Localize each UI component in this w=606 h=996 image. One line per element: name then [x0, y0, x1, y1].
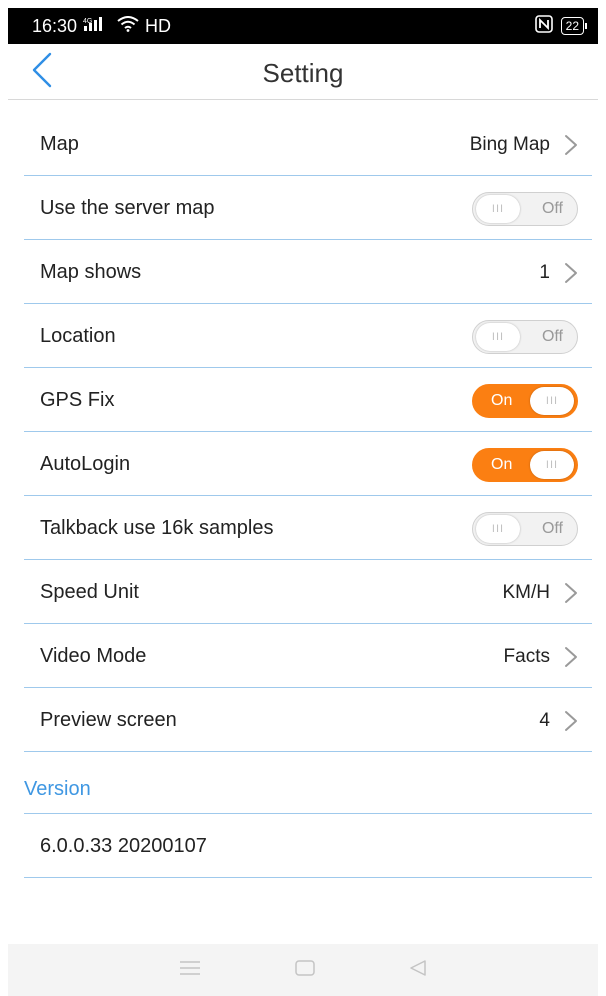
menu-icon[interactable] — [179, 960, 201, 980]
setting-row-use-the-server-map[interactable]: Use the server map III Off — [24, 178, 592, 240]
wifi-icon — [117, 15, 139, 37]
setting-value: 1 — [539, 261, 550, 283]
setting-row-talkback-use-16k-samples[interactable]: Talkback use 16k samples III Off — [24, 498, 592, 560]
setting-row-video-mode[interactable]: Video Mode Facts — [24, 626, 592, 688]
setting-right: 1 — [539, 262, 578, 284]
setting-label: Map — [40, 133, 79, 155]
toggle-state-label: Off — [541, 519, 563, 537]
version-value: 6.0.0.33 20200107 — [24, 816, 592, 878]
version-section-title: Version — [24, 774, 592, 814]
setting-row-speed-unit[interactable]: Speed Unit KM/H — [24, 562, 592, 624]
home-icon[interactable] — [295, 959, 315, 981]
setting-right: Facts — [504, 646, 578, 668]
toggle-state-label: On — [491, 391, 513, 409]
battery-icon: 22 — [560, 17, 588, 35]
toggle-switch[interactable]: III On — [472, 383, 578, 418]
setting-label: GPS Fix — [40, 389, 115, 411]
setting-value: 4 — [539, 709, 550, 731]
chevron-left-icon — [31, 52, 53, 93]
chevron-right-icon — [564, 646, 578, 668]
setting-label: AutoLogin — [40, 453, 131, 475]
navigation-bar — [8, 944, 598, 996]
setting-value: KM/H — [502, 581, 551, 603]
toggle-switch[interactable]: III Off — [472, 319, 578, 354]
back-button[interactable] — [22, 52, 62, 92]
setting-row-autologin[interactable]: AutoLogin III On — [24, 434, 592, 496]
grip-icon: III — [545, 394, 559, 407]
grip-icon: III — [491, 330, 505, 343]
setting-row-map-shows[interactable]: Map shows 1 — [24, 242, 592, 304]
setting-right: 4 — [539, 710, 578, 732]
chevron-right-icon — [564, 582, 578, 604]
setting-row-location[interactable]: Location III Off — [24, 306, 592, 368]
grip-icon: III — [491, 522, 505, 535]
status-left: 16:30 4G HD — [32, 16, 171, 37]
setting-row-gps-fix[interactable]: GPS Fix III On — [24, 370, 592, 432]
toggle-state-label: Off — [541, 199, 563, 217]
nfc-icon — [534, 14, 553, 38]
back-triangle-icon[interactable] — [409, 959, 427, 982]
toggle-state-label: Off — [541, 327, 563, 345]
chevron-right-icon — [564, 710, 578, 732]
toggle-switch[interactable]: III Off — [472, 191, 578, 226]
chevron-right-icon — [564, 262, 578, 284]
settings-list: Map Bing Map Use the server map III Off Map s… — [24, 114, 592, 754]
toggle-knob: III — [476, 514, 520, 543]
setting-label: Location — [40, 325, 116, 347]
setting-label: Talkback use 16k samples — [40, 517, 274, 539]
toggle-knob: III — [530, 450, 574, 479]
setting-right: KM/H — [503, 582, 579, 604]
signal-icon: 4G — [83, 16, 111, 37]
setting-label: Speed Unit — [40, 581, 139, 603]
grip-icon: III — [491, 202, 505, 215]
status-time: 16:30 — [32, 15, 78, 36]
toggle-switch[interactable]: III Off — [472, 511, 578, 546]
setting-value: Bing Map — [469, 133, 550, 155]
toggle-knob: III — [476, 194, 520, 223]
chevron-right-icon — [564, 134, 578, 156]
setting-value: Facts — [503, 645, 550, 667]
toggle-switch[interactable]: III On — [472, 447, 578, 482]
setting-label: Video Mode — [40, 645, 147, 667]
status-right: 22 — [534, 14, 588, 38]
toggle-knob: III — [476, 322, 520, 351]
setting-label: Preview screen — [40, 709, 177, 731]
grip-icon: III — [545, 458, 559, 471]
toggle-state-label: On — [491, 455, 513, 473]
toggle-knob: III — [530, 386, 574, 415]
network-label: HD — [145, 15, 172, 36]
setting-label: Map shows — [40, 261, 142, 283]
status-bar: 16:30 4G HD 22 — [8, 8, 598, 44]
page-title: Setting — [262, 58, 344, 88]
setting-row-preview-screen[interactable]: Preview screen 4 — [24, 690, 592, 752]
setting-label: Use the server map — [40, 197, 215, 219]
header: Setting — [8, 44, 598, 100]
setting-right: Bing Map — [470, 134, 578, 156]
setting-row-map[interactable]: Map Bing Map — [24, 114, 592, 176]
